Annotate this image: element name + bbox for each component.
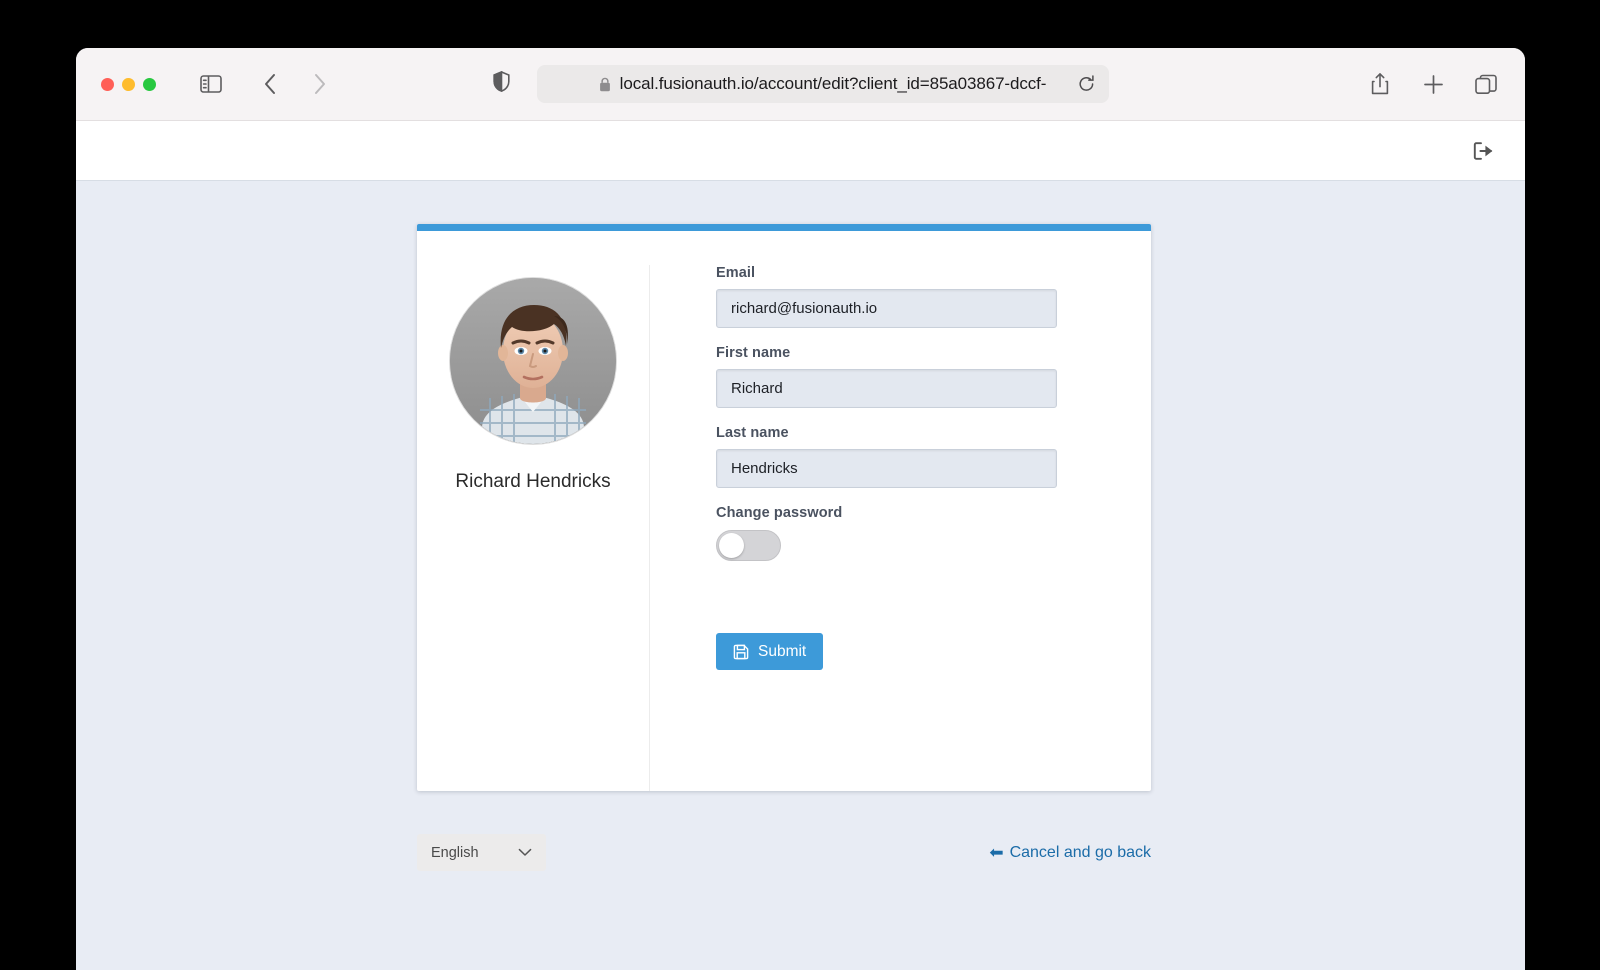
field-email: Email — [716, 265, 1151, 328]
last-name-field[interactable] — [716, 449, 1057, 488]
account-form: Email First name Last name Change passwo… — [650, 265, 1151, 791]
change-password-label: Change password — [716, 505, 843, 521]
window-controls — [101, 77, 156, 91]
field-change-password: Change password — [716, 505, 1151, 561]
back-chevron-icon[interactable] — [253, 67, 287, 101]
chevron-down-icon — [518, 848, 532, 857]
profile-column: Richard Hendricks — [417, 265, 650, 791]
tab-overview-icon[interactable] — [1469, 67, 1503, 101]
forward-chevron-icon[interactable] — [303, 67, 337, 101]
account-edit-card: Richard Hendricks Email First name Last … — [417, 224, 1151, 791]
close-window-button[interactable] — [101, 77, 114, 91]
submit-button[interactable]: Submit — [716, 633, 824, 670]
first-name-label: First name — [716, 345, 791, 361]
shield-icon[interactable] — [492, 70, 510, 97]
change-password-toggle[interactable] — [716, 530, 781, 561]
address-bar-area: local.fusionauth.io/account/edit?client_… — [492, 65, 1109, 103]
language-select-value: English — [431, 844, 479, 861]
browser-toolbar: local.fusionauth.io/account/edit?client_… — [76, 48, 1525, 121]
browser-window: local.fusionauth.io/account/edit?client_… — [76, 48, 1525, 970]
toggle-knob — [719, 533, 744, 558]
avatar — [450, 278, 616, 444]
field-last-name: Last name — [716, 425, 1151, 488]
field-first-name: First name — [716, 345, 1151, 408]
avatar-photo — [450, 278, 616, 444]
share-icon[interactable] — [1363, 67, 1397, 101]
arrow-left-icon: ⬅ — [989, 843, 1004, 862]
submit-button-label: Submit — [758, 642, 807, 660]
minimize-window-button[interactable] — [122, 77, 135, 91]
first-name-field[interactable] — [716, 369, 1057, 408]
app-header — [76, 121, 1525, 181]
profile-display-name: Richard Hendricks — [455, 471, 611, 492]
maximize-window-button[interactable] — [143, 77, 156, 91]
save-floppy-icon — [733, 644, 749, 659]
page-body: Richard Hendricks Email First name Last … — [76, 181, 1525, 970]
reload-icon[interactable] — [1078, 75, 1095, 93]
email-field[interactable] — [716, 289, 1057, 328]
email-label: Email — [716, 265, 756, 281]
cancel-and-go-back-link[interactable]: ⬅ Cancel and go back — [989, 844, 1151, 862]
toolbar-right-actions — [1363, 67, 1503, 101]
card-accent-bar — [417, 224, 1151, 231]
url-bar[interactable]: local.fusionauth.io/account/edit?client_… — [536, 65, 1109, 103]
lock-icon — [599, 77, 611, 92]
logout-icon[interactable] — [1472, 140, 1494, 162]
new-tab-plus-icon[interactable] — [1416, 67, 1450, 101]
cancel-link-label: Cancel and go back — [1009, 843, 1151, 861]
language-select[interactable]: English — [417, 834, 546, 871]
last-name-label: Last name — [716, 425, 789, 441]
card-footer: English ⬅ Cancel and go back — [417, 834, 1151, 871]
url-text: local.fusionauth.io/account/edit?client_… — [619, 74, 1047, 93]
sidebar-toggle-icon[interactable] — [194, 67, 228, 101]
